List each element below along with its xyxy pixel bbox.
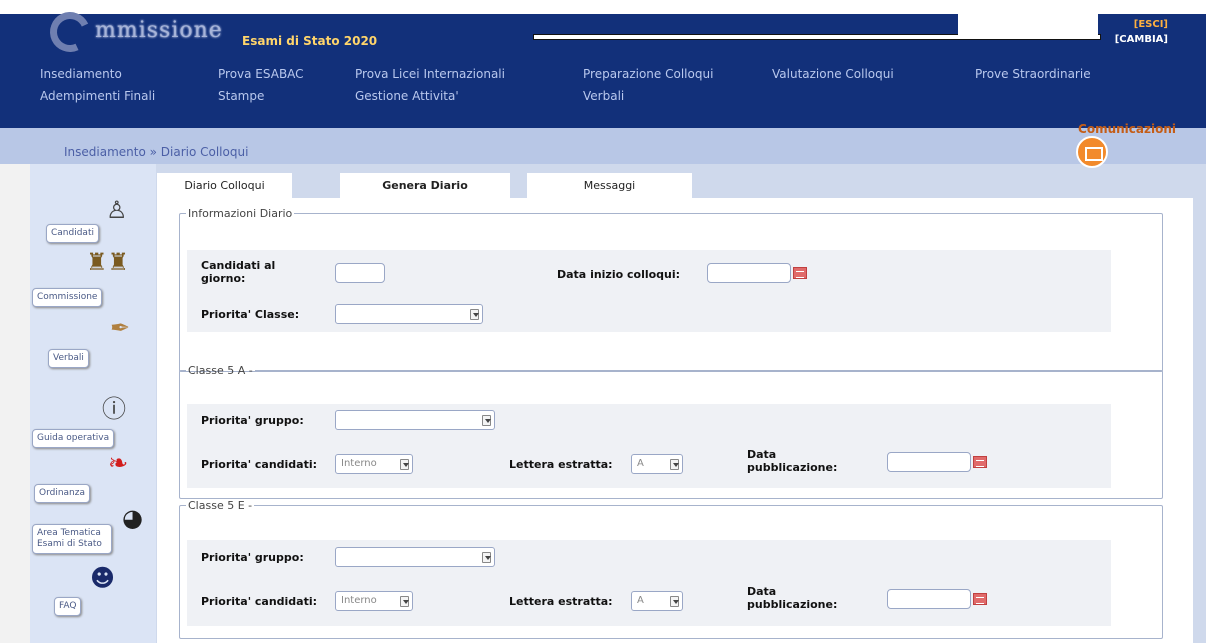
lettera-estratta-label: Lettera estratta: bbox=[509, 458, 613, 471]
chevron-down-icon bbox=[400, 459, 409, 470]
sidebar-item-commissione[interactable]: Commissione bbox=[32, 288, 103, 307]
data-pubblicazione-label: Data pubblicazione: bbox=[747, 448, 838, 474]
menu-item-valutazione[interactable]: Valutazione Colloqui bbox=[772, 67, 894, 81]
info-row-bg bbox=[187, 250, 1111, 332]
menu-item-insediamento[interactable]: Insediamento bbox=[40, 67, 122, 81]
change-link[interactable]: [CAMBIA] bbox=[1115, 34, 1168, 45]
menu-item-licei[interactable]: Prova Licei Internazionali bbox=[355, 67, 505, 81]
priorita-candidati-select[interactable]: Interno bbox=[335, 591, 413, 611]
breadcrumb: Insediamento » Diario Colloqui bbox=[64, 145, 249, 159]
sidebar-item-guida[interactable]: Guida operativa bbox=[32, 429, 115, 448]
communications-link[interactable]: Comunicazioni bbox=[1078, 122, 1176, 136]
quill-icon: ✒ bbox=[110, 314, 131, 342]
priorita-classe-select[interactable] bbox=[335, 304, 483, 324]
help-icon: ⓘ bbox=[102, 395, 126, 423]
classe-row-bg bbox=[187, 540, 1111, 626]
classe-row-bg bbox=[187, 404, 1111, 488]
globe-icon: ◕ bbox=[122, 504, 143, 532]
lettera-estratta-select[interactable]: A bbox=[631, 454, 683, 474]
header-top-strip bbox=[0, 0, 1206, 14]
info-legend: Informazioni Diario bbox=[188, 207, 293, 220]
menu-item-preparazione[interactable]: Preparazione Colloqui bbox=[583, 67, 713, 81]
chevron-down-icon bbox=[670, 459, 679, 470]
priorita-gruppo-select[interactable] bbox=[335, 410, 495, 430]
calendar-icon[interactable] bbox=[793, 267, 807, 279]
tab-bar: Diario Colloqui Genera Diario Messaggi bbox=[157, 164, 1206, 198]
priorita-gruppo-label: Priorita' gruppo: bbox=[201, 551, 304, 564]
logo-c-icon bbox=[44, 6, 96, 58]
priorita-gruppo-select[interactable] bbox=[335, 547, 495, 567]
menu-item-verbali[interactable]: Verbali bbox=[583, 89, 624, 103]
chevron-down-icon bbox=[400, 596, 409, 607]
main-panel: Informazioni Diario Candidati al giorno:… bbox=[157, 198, 1193, 643]
sidebar: ♙ Candidati ♜♜ Commissione ✒ Verbali ⓘ G… bbox=[30, 164, 156, 643]
group-icon: ♜♜ bbox=[86, 248, 130, 276]
header: mmissione Esami di Stato 2020 [ESCI] [CA… bbox=[0, 0, 1206, 128]
sidebar-item-verbali[interactable]: Verbali bbox=[48, 349, 89, 368]
priorita-candidati-label: Priorita' candidati: bbox=[201, 458, 318, 471]
data-inizio-input[interactable] bbox=[707, 263, 791, 283]
tab-messaggi[interactable]: Messaggi bbox=[527, 172, 692, 198]
calendar-icon[interactable] bbox=[973, 456, 987, 468]
priorita-candidati-select[interactable]: Interno bbox=[335, 454, 413, 474]
data-pubblicazione-input[interactable] bbox=[887, 452, 971, 472]
logout-link[interactable]: [ESCI] bbox=[1134, 19, 1168, 30]
data-pubblicazione-input[interactable] bbox=[887, 589, 971, 609]
logo-text: mmissione bbox=[95, 18, 223, 43]
sidebar-item-area-tematica[interactable]: Area Tematica Esami di Stato bbox=[32, 524, 112, 554]
menu-item-straordinarie[interactable]: Prove Straordinarie bbox=[975, 67, 1091, 81]
sidebar-item-ordinanza[interactable]: Ordinanza bbox=[34, 484, 91, 503]
face-icon: ☻ bbox=[90, 564, 116, 592]
priorita-classe-label: Priorita' Classe: bbox=[201, 308, 300, 321]
user-box bbox=[958, 14, 1098, 36]
chevron-down-icon bbox=[470, 309, 479, 320]
student-icon: ♙ bbox=[106, 196, 128, 224]
menu-item-stampe[interactable]: Stampe bbox=[218, 89, 264, 103]
priorita-candidati-label: Priorita' candidati: bbox=[201, 595, 318, 608]
candidati-al-giorno-input[interactable] bbox=[335, 263, 385, 283]
pdf-icon: ❧ bbox=[108, 449, 129, 477]
candidati-al-giorno-label: Candidati al giorno: bbox=[201, 259, 276, 285]
lettera-estratta-label: Lettera estratta: bbox=[509, 595, 613, 608]
menu-item-adempimenti[interactable]: Adempimenti Finali bbox=[40, 89, 155, 103]
app-subtitle: Esami di Stato 2020 bbox=[242, 34, 378, 48]
data-inizio-label: Data inizio colloqui: bbox=[557, 268, 681, 281]
data-pubblicazione-label: Data pubblicazione: bbox=[747, 585, 838, 611]
sidebar-item-faq[interactable]: FAQ bbox=[54, 597, 82, 616]
sidebar-item-candidati[interactable]: Candidati bbox=[46, 224, 99, 243]
menu-item-esabac[interactable]: Prova ESABAC bbox=[218, 67, 304, 81]
calendar-icon[interactable] bbox=[973, 593, 987, 605]
chevron-down-icon bbox=[482, 415, 491, 426]
classe-legend: Classe 5 E - bbox=[188, 499, 253, 512]
lettera-estratta-select[interactable]: A bbox=[631, 591, 683, 611]
priorita-gruppo-label: Priorita' gruppo: bbox=[201, 414, 304, 427]
tab-genera-diario[interactable]: Genera Diario bbox=[340, 172, 510, 198]
classe-legend: Classe 5 A - bbox=[188, 364, 253, 377]
tab-diario-colloqui[interactable]: Diario Colloqui bbox=[157, 172, 292, 198]
menu-item-gestione[interactable]: Gestione Attivita' bbox=[355, 89, 459, 103]
chevron-down-icon bbox=[482, 552, 491, 563]
chevron-down-icon bbox=[670, 596, 679, 607]
